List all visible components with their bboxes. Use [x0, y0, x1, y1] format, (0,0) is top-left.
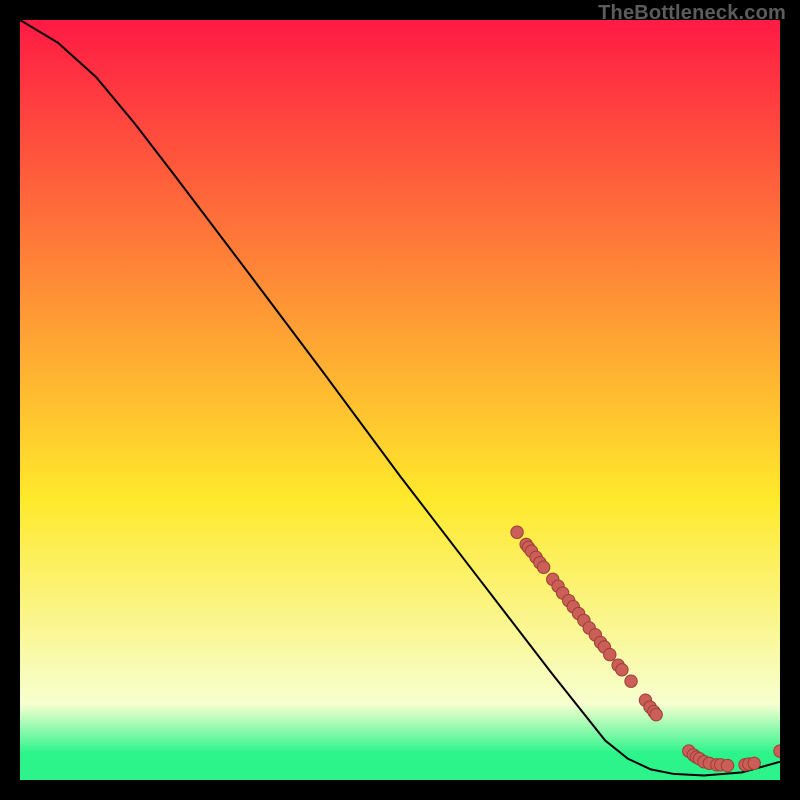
data-point: [616, 664, 628, 676]
data-point: [650, 708, 662, 720]
chart-plot-area: [20, 20, 780, 780]
data-point: [625, 675, 637, 687]
chart-frame: { "attribution": "TheBottleneck.com", "c…: [0, 0, 800, 800]
data-point: [604, 648, 616, 660]
data-point: [721, 759, 733, 771]
data-point: [748, 757, 760, 769]
gradient-background: [20, 20, 780, 780]
data-point: [511, 526, 523, 538]
data-point: [537, 561, 549, 573]
